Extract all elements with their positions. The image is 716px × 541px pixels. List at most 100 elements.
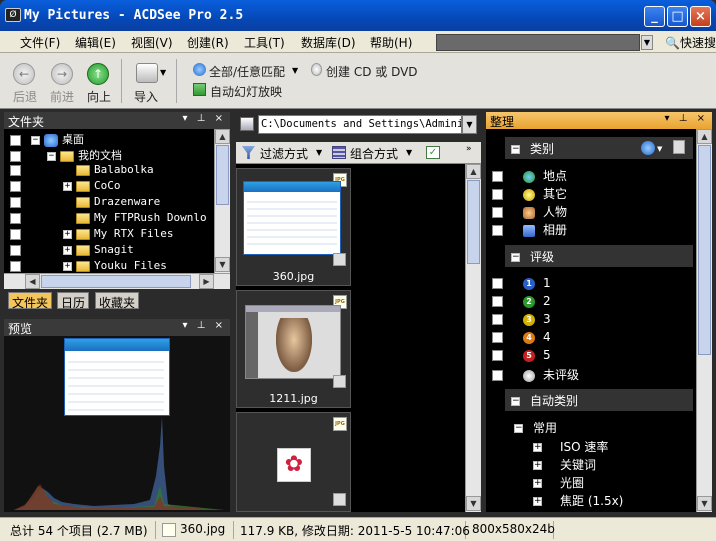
organize-scrollbar[interactable]: ▲ ▼ [696,129,712,512]
folder-row[interactable]: Balabolka [10,163,154,179]
auto-categories-section[interactable]: − 自动类别 [505,389,693,411]
minimize-button[interactable]: _ [644,6,665,27]
auto-item-iso[interactable]: + ISO 速率 [533,438,608,456]
quick-search-button[interactable]: 🔍快速搜 [665,34,716,51]
tab-favorites[interactable]: 收藏夹 [95,292,140,310]
forward-arrow-icon[interactable]: → [51,63,73,85]
expand-icon[interactable]: + [63,181,72,191]
scroll-thumb[interactable] [698,145,711,355]
category-globe-icon[interactable] [641,141,655,155]
menu-view[interactable]: 视图(V) [131,34,173,51]
filter-dropdown-icon[interactable]: ▼ [316,148,322,157]
rating-unrated[interactable]: 未评级 [492,366,579,384]
thumbnail-360[interactable]: JPG 360.jpg [236,168,351,286]
scroll-up-icon[interactable]: ▲ [466,164,481,179]
thumbnail-third[interactable]: JPG ✿ [236,412,351,512]
checkbox[interactable] [492,332,503,343]
menu-help[interactable]: 帮助(H) [370,34,412,51]
path-input[interactable]: C:\Documents and Settings\Adminis [258,115,462,134]
auto-item-keywords[interactable]: + 关键词 [533,456,596,474]
category-item-place[interactable]: 地点 [492,167,567,185]
collapse-icon[interactable]: − [511,253,520,262]
match-dropdown-icon[interactable]: ▼ [292,66,298,75]
back-button[interactable]: 后退 [13,88,37,105]
category-item-people[interactable]: 人物 [492,203,567,221]
scroll-down-icon[interactable]: ▼ [466,496,481,511]
checkbox[interactable] [10,180,21,192]
collapse-icon[interactable]: − [31,135,40,145]
more-icon[interactable]: » [466,144,472,154]
rating-5[interactable]: 55 [492,348,551,366]
collapse-icon[interactable]: − [47,151,56,161]
folder-tree-scrollbar[interactable]: ▲ ▼ [214,129,230,273]
folder-row[interactable]: + My RTX Files [10,227,173,243]
up-arrow-icon[interactable]: ↑ [87,63,109,85]
folder-row[interactable]: My FTPRush Downlo [10,211,207,227]
checkbox[interactable] [492,314,503,325]
checkbox[interactable] [10,164,21,176]
expand-icon[interactable]: + [63,261,72,271]
forward-button[interactable]: 前进 [50,88,74,105]
checkbox[interactable] [492,350,503,361]
scroll-up-icon[interactable]: ▲ [697,129,712,144]
checkbox[interactable] [492,278,503,289]
collapse-icon[interactable]: − [511,397,520,406]
auto-item-aperture[interactable]: + 光圈 [533,474,584,492]
folder-row[interactable]: + Snagit [10,243,134,259]
checkbox[interactable] [492,207,503,218]
checkbox[interactable] [492,171,503,182]
import-dropdown-icon[interactable]: ▼ [160,68,166,77]
expand-icon[interactable]: + [533,443,542,452]
panel-pin-close-icon[interactable]: ▾ ⊥ × [665,113,708,124]
back-arrow-icon[interactable]: ← [13,63,35,85]
history-icon[interactable] [240,117,254,131]
scroll-right-icon[interactable]: ▶ [199,274,214,289]
auto-group-common[interactable]: − 常用 [514,419,557,437]
checkbox[interactable] [10,134,21,146]
menu-tools[interactable]: 工具(T) [244,34,285,51]
group-dropdown-icon[interactable]: ▼ [406,148,412,157]
checkbox[interactable] [492,225,503,236]
scroll-down-icon[interactable]: ▼ [697,496,712,511]
tab-calendar[interactable]: 日历 [57,292,90,310]
path-dropdown-icon[interactable]: ▼ [462,115,477,134]
collapse-icon[interactable]: − [514,424,523,433]
menu-file[interactable]: 文件(F) [20,34,60,51]
search-dropdown-icon[interactable]: ▼ [641,35,653,50]
expand-icon[interactable]: + [533,461,542,470]
menu-database[interactable]: 数据库(D) [301,34,356,51]
categories-section[interactable]: − 类别 ▼ [505,137,693,159]
quick-search-input[interactable] [436,34,640,51]
category-item-album[interactable]: 相册 [492,221,567,239]
scroll-thumb[interactable] [467,180,480,264]
scroll-left-icon[interactable]: ◀ [25,274,40,289]
folder-row-documents[interactable]: − 我的文档 [10,147,122,163]
new-category-icon[interactable] [673,140,685,154]
checkbox[interactable] [10,244,21,256]
folder-tree-hscrollbar[interactable]: ◀ ▶ [4,273,230,289]
checkbox[interactable] [10,260,21,272]
thumbnail-scrollbar[interactable]: ▲ ▼ [465,164,481,512]
rating-2[interactable]: 22 [492,294,551,312]
select-check-icon[interactable]: ✓ [426,146,440,159]
scroll-thumb[interactable] [216,145,229,205]
scroll-down-icon[interactable]: ▼ [215,257,230,272]
slideshow-button[interactable]: 自动幻灯放映 [210,83,282,100]
thumbnail-1211[interactable]: JPG 1211.jpg [236,290,351,408]
thumbnail-select-checkbox[interactable] [333,375,346,388]
checkbox[interactable] [10,228,21,240]
checkbox[interactable] [492,370,503,381]
match-all-any-button[interactable]: 全部/任意匹配 [209,63,285,80]
expand-icon[interactable]: + [63,229,72,239]
tab-folders[interactable]: 文件夹 [8,292,53,310]
rating-3[interactable]: 33 [492,312,551,330]
expand-icon[interactable]: + [533,497,542,506]
up-button[interactable]: 向上 [87,88,111,105]
menu-edit[interactable]: 编辑(E) [75,34,116,51]
category-item-other[interactable]: 其它 [492,185,567,203]
folder-row-desktop[interactable]: − 桌面 [10,131,84,147]
create-cd-dvd-button[interactable]: 创建 CD 或 DVD [326,63,418,80]
rating-4[interactable]: 44 [492,330,551,348]
auto-item-focal[interactable]: + 焦距 (1.5x) [533,492,623,510]
thumbnail-select-checkbox[interactable] [333,493,346,506]
